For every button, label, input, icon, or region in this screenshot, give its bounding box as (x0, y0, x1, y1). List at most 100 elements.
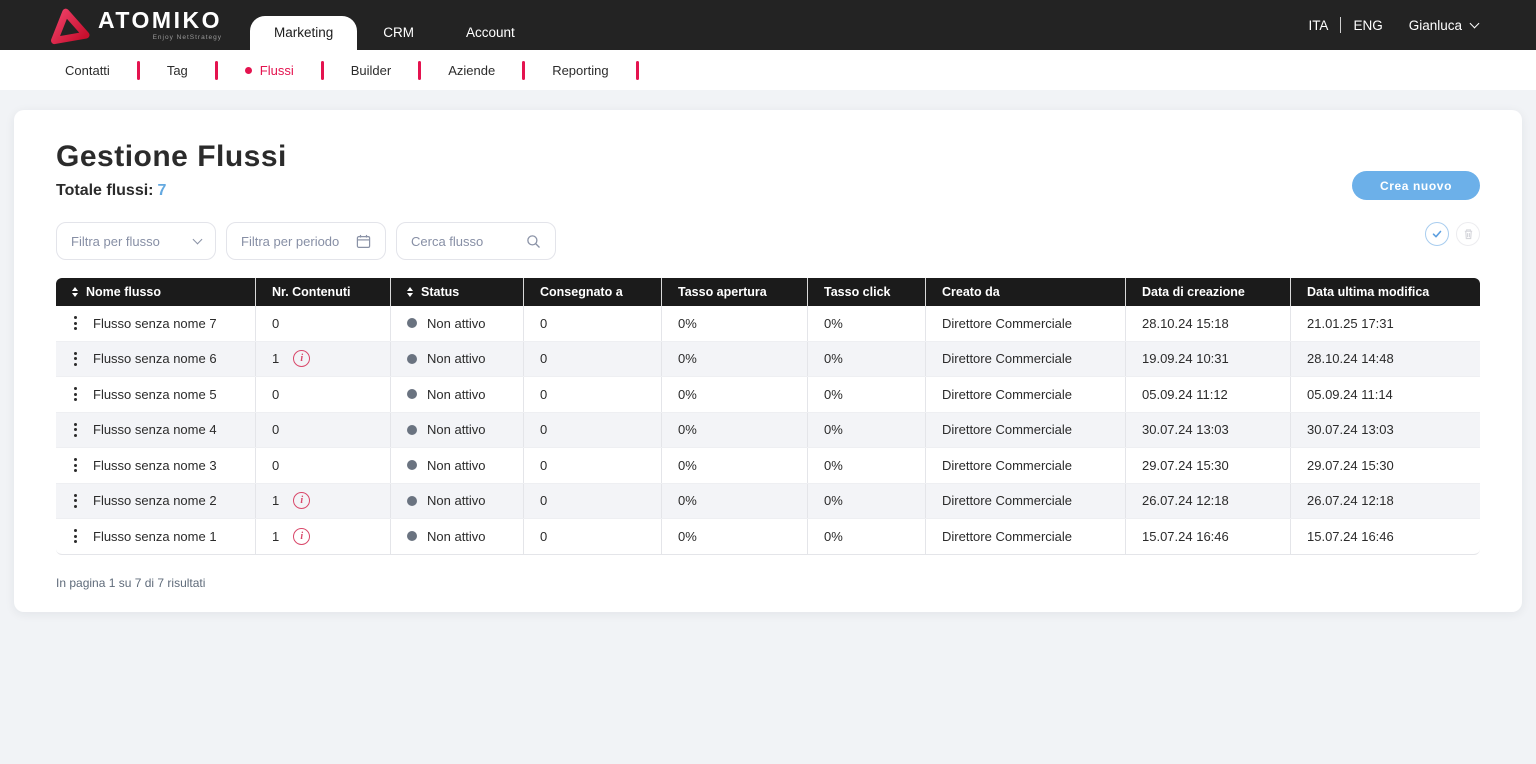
subnav-item-contatti[interactable]: Contatti (38, 63, 137, 78)
cell-status: Non attivo (391, 306, 524, 341)
lang-eng[interactable]: ENG (1353, 18, 1382, 33)
active-dot-icon (244, 66, 252, 74)
subnav-item-flussi[interactable]: Flussi (218, 63, 321, 78)
contenuti-value: 1 (272, 351, 280, 367)
cell-nome-flusso: Flusso senza nome 2 (56, 483, 256, 518)
header-label: Tasso apertura (678, 285, 767, 299)
contenuti-value: 0 (272, 457, 280, 473)
status-label: Non attivo (427, 315, 486, 331)
lang-ita[interactable]: ITA (1308, 18, 1328, 33)
cell-nr-contenuti: 1 i (256, 519, 391, 554)
header-label: Creato da (942, 285, 1000, 299)
header-nome-flusso[interactable]: Nome flusso (56, 278, 256, 306)
cell-nome-flusso: Flusso senza nome 3 (56, 448, 256, 483)
tab-crm[interactable]: CRM (357, 16, 440, 50)
row-menu-icon[interactable] (72, 348, 79, 370)
table-header: Nome flusso Nr. Contenuti Status Consegn… (56, 278, 1480, 306)
header-label: Status (421, 285, 460, 299)
topbar-right: ITA ENG Gianluca (1308, 0, 1536, 50)
trash-icon (1463, 228, 1474, 240)
subnav-item-reporting[interactable]: Reporting (525, 63, 635, 78)
cell-data-modifica: 29.07.24 15:30 (1307, 457, 1394, 473)
cell-nome-flusso: Flusso senza nome 6 (56, 341, 256, 376)
status-dot-icon (407, 460, 417, 471)
flussi-table: Nome flusso Nr. Contenuti Status Consegn… (56, 278, 1480, 555)
status-label: Non attivo (427, 457, 486, 473)
cell-data-creazione: 28.10.24 15:18 (1126, 306, 1291, 341)
crea-nuovo-button[interactable]: Crea nuovo (1351, 171, 1480, 200)
brand-tagline: Enjoy NetStrategy (152, 34, 222, 41)
flow-name: Flusso senza nome 6 (93, 351, 217, 367)
cell-status: Non attivo (391, 341, 524, 376)
search-input[interactable] (411, 233, 521, 249)
tab-marketing[interactable]: Marketing (249, 16, 358, 50)
cell-nr-contenuti: 0 i (256, 412, 391, 447)
row-menu-icon[interactable] (72, 419, 79, 441)
cell-nome-flusso: Flusso senza nome 5 (56, 377, 256, 412)
status-dot-icon (407, 495, 417, 506)
header-status[interactable]: Status (391, 278, 524, 306)
cell-creato-da: Direttore Commerciale (926, 306, 1126, 341)
lang-divider (1340, 17, 1342, 33)
cell-creato-da: Direttore Commerciale (926, 519, 1126, 554)
cell-data-modifica: 15.07.24 16:46 (1307, 528, 1394, 544)
pagination-text: In pagina 1 su 7 di 7 risultati (56, 575, 206, 590)
row-menu-icon[interactable] (72, 490, 79, 512)
marketing-subnav: Contatti Tag Flussi Builder Aziende Repo… (0, 50, 1536, 90)
cell-consegnato: 0 (524, 448, 662, 483)
row-menu-icon[interactable] (72, 312, 79, 334)
flow-name: Flusso senza nome 2 (93, 493, 217, 509)
cell-nr-contenuti: 1 i (256, 341, 391, 376)
subnav-item-aziende[interactable]: Aziende (421, 63, 522, 78)
status-label: Non attivo (427, 528, 486, 544)
info-icon[interactable]: i (293, 527, 311, 545)
check-icon (1431, 228, 1443, 240)
info-icon[interactable]: i (293, 492, 311, 510)
header-data-modifica: Data ultima modifica (1291, 278, 1480, 306)
cell-tasso-click: 0% (808, 341, 926, 376)
cell-data-creazione: 19.09.24 10:31 (1126, 341, 1291, 376)
header-label: Nr. Contenuti (272, 285, 351, 299)
card-header: Gestione Flussi Totale flussi: 7 Crea nuo… (56, 140, 1480, 200)
subnav-label: Tag (166, 62, 188, 78)
cell-status: Non attivo (391, 483, 524, 518)
subnav-item-builder[interactable]: Builder (324, 63, 418, 78)
subnav-item-tag[interactable]: Tag (140, 63, 215, 78)
row-menu-icon[interactable] (72, 383, 79, 405)
cell-tasso-apertura: 0% (662, 519, 808, 554)
row-menu-icon[interactable] (72, 525, 79, 547)
filter-periodo-picker[interactable]: Filtra per periodo (226, 222, 386, 260)
cell-status: Non attivo (391, 448, 524, 483)
cell-nome-flusso: Flusso senza nome 7 (56, 306, 256, 341)
cell-nr-contenuti: 1 i (256, 483, 391, 518)
subnav-separator (635, 60, 639, 80)
status-label: Non attivo (427, 386, 486, 402)
info-icon[interactable]: i (293, 350, 311, 368)
cell-tasso-click: 0% (808, 448, 926, 483)
flussi-card: Gestione Flussi Totale flussi: 7 Crea nuo… (14, 110, 1522, 612)
select-all-button[interactable] (1425, 222, 1449, 246)
delete-button[interactable] (1456, 222, 1480, 246)
chevron-down-icon (1469, 18, 1480, 28)
main-tabs: Marketing CRM Account (249, 0, 541, 50)
cell-tasso-apertura: 0% (662, 448, 808, 483)
cell-status: Non attivo (391, 519, 524, 554)
header-data-creazione: Data di creazione (1126, 278, 1291, 306)
cell-data-creazione: 29.07.24 15:30 (1126, 448, 1291, 483)
cell-status: Non attivo (391, 377, 524, 412)
cell-nr-contenuti: 0 i (256, 306, 391, 341)
filter-flusso-dropdown[interactable]: Filtra per flusso (56, 222, 216, 260)
flow-name: Flusso senza nome 4 (93, 422, 217, 438)
table-body: Flusso senza nome 7 0 i Non attivo 0 0% … (56, 306, 1480, 555)
status-label: Non attivo (427, 422, 486, 438)
row-menu-icon[interactable] (72, 454, 79, 476)
atomiko-logo[interactable]: ATOMIKO Enjoy NetStrategy (0, 0, 222, 50)
tab-account[interactable]: Account (440, 16, 541, 50)
table-row: Flusso senza nome 4 0 i Non attivo 0 0% … (56, 412, 1480, 448)
user-menu[interactable]: Gianluca (1409, 18, 1480, 33)
contenuti-value: 0 (272, 315, 280, 331)
header-tasso-click: Tasso click (808, 278, 926, 306)
cell-data-modifica: 21.01.25 17:31 (1307, 315, 1394, 331)
cell-data-creazione: 26.07.24 12:18 (1126, 483, 1291, 518)
subnav-label: Builder (350, 62, 392, 78)
